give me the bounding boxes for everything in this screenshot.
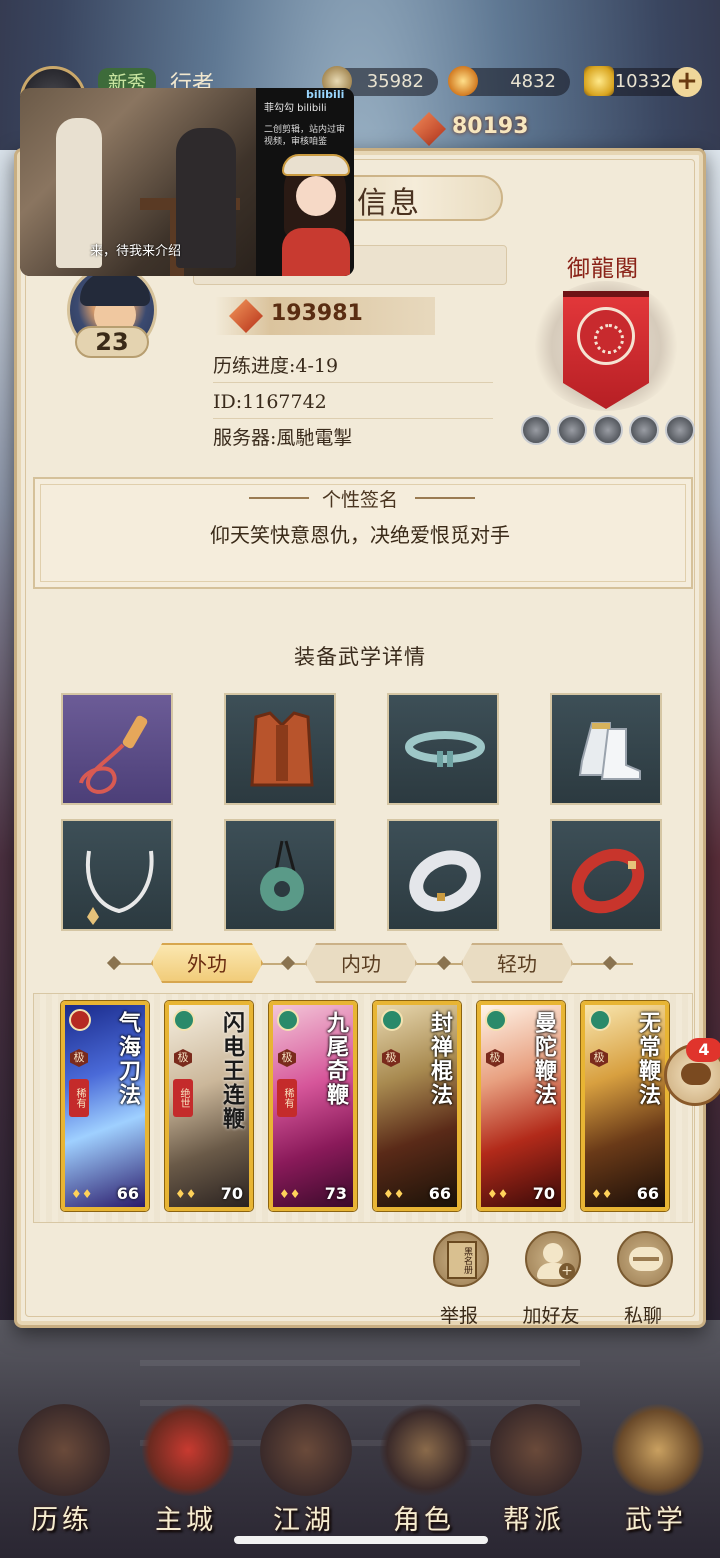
video-overlay[interactable]: 来，待我来介绍 bilibili 菲勾勾 bilibili 二创剪辑，站内过审视…: [20, 88, 354, 276]
chat-icon: [681, 1063, 711, 1085]
player-id: ID:1167742: [213, 385, 493, 419]
scroll-icon: [612, 1404, 704, 1496]
nav-martial-arts[interactable]: 武学: [596, 1398, 716, 1548]
flower-badge-icon[interactable]: [521, 415, 551, 445]
private-chat-button[interactable]: 私聊: [603, 1229, 683, 1329]
equip-slot-jade-pendant[interactable]: [224, 819, 336, 931]
player-level: 23: [75, 326, 149, 358]
skill-name: 气海刀法: [115, 1011, 141, 1107]
signature-text: 仰天笑快意恩仇，决绝爱恨觅对手: [210, 523, 510, 547]
equip-slot-whip[interactable]: [61, 693, 173, 805]
skill-name: 九尾奇鞭: [323, 1011, 349, 1107]
skill-level: 66: [636, 1184, 659, 1203]
skill-card[interactable]: 极 无常鞭法 ♦♦ 66: [581, 1001, 669, 1211]
training-icon: [18, 1404, 110, 1496]
equip-slot-necklace[interactable]: [61, 819, 173, 931]
background-wall-right: [704, 150, 720, 1330]
power-gem-icon: [229, 299, 263, 333]
drop-icon: ♦♦: [383, 1187, 405, 1201]
city-gate-icon: [142, 1404, 234, 1496]
tab-internal-skill[interactable]: 内功: [305, 943, 417, 983]
skill-level: 66: [428, 1184, 451, 1203]
skill-card[interactable]: 极 绝世 闪电王连鞭 ♦♦ 70: [165, 1001, 253, 1211]
skill-name: 曼陀鞭法: [531, 1011, 557, 1107]
nav-jianghu[interactable]: 江湖: [244, 1398, 364, 1548]
tab-external-skill[interactable]: 外功: [151, 943, 263, 983]
helmet-badge-icon[interactable]: [665, 415, 695, 445]
equipment-section-title: 装备武学详情: [294, 645, 426, 669]
video-figure-right: [176, 128, 236, 268]
nav-character[interactable]: 角色: [364, 1398, 484, 1548]
dragon-emblem-icon: [577, 307, 635, 365]
skill-level: 70: [532, 1184, 555, 1203]
drop-icon: ♦♦: [175, 1187, 197, 1201]
training-progress: 历练进度:4-19: [213, 349, 493, 383]
skill-card[interactable]: 极 封禅棍法 ♦♦ 66: [373, 1001, 461, 1211]
tab-lightness-skill[interactable]: 轻功: [461, 943, 573, 983]
drop-icon: ♦♦: [279, 1187, 301, 1201]
chat-bubble-icon: [617, 1231, 673, 1287]
skill-level: 70: [220, 1184, 243, 1203]
drop-icon: ♦♦: [71, 1187, 93, 1201]
top-power-display: 80193: [412, 112, 546, 146]
moon-badge-icon[interactable]: [557, 415, 587, 445]
nav-main-city[interactable]: 主城: [126, 1398, 246, 1548]
skill-name: 无常鞭法: [635, 1011, 661, 1107]
unread-badge: 4: [686, 1038, 720, 1062]
add-gold-button[interactable]: +: [672, 67, 702, 97]
bottom-navigation: 历练 主城 江湖 角色 帮派 武学: [0, 1398, 720, 1558]
skill-rarity-tag: 稀有: [69, 1079, 89, 1117]
mask-badge-icon[interactable]: [629, 415, 659, 445]
skill-rarity-tag: 稀有: [277, 1079, 297, 1117]
skill-level: 73: [324, 1184, 347, 1203]
drop-icon: ♦♦: [487, 1187, 509, 1201]
element-icon: [277, 1009, 299, 1031]
blacklist-book-icon: 黑名册: [433, 1231, 489, 1287]
video-header: 菲勾勾 bilibili: [264, 103, 327, 114]
skill-card[interactable]: 极 稀有 九尾奇鞭 ♦♦ 73: [269, 1001, 357, 1211]
cloud-badge-icon[interactable]: [593, 415, 623, 445]
element-icon: [381, 1009, 403, 1031]
element-icon: [589, 1009, 611, 1031]
player-power: 193981: [215, 297, 435, 335]
guild-icon: [490, 1404, 582, 1496]
skill-name: 封禅棍法: [427, 1011, 453, 1107]
element-icon: [485, 1009, 507, 1031]
report-button[interactable]: 黑名册 举报: [419, 1229, 499, 1329]
skill-name: 闪电王连鞭: [219, 1011, 245, 1131]
skill-rarity-tag: 绝世: [173, 1079, 193, 1117]
gold-counter: 10332 +: [584, 66, 702, 97]
power-gem-icon: [412, 112, 446, 146]
skill-card[interactable]: 极 稀有 气海刀法 ♦♦ 66: [61, 1001, 149, 1211]
video-notice: 二创剪辑，站内过审视频，审核咱鉴: [264, 125, 346, 147]
add-friend-icon: +: [525, 1231, 581, 1287]
guild-badge-row: [521, 415, 701, 449]
sword-icon: [260, 1404, 352, 1496]
guild-name[interactable]: 御龍閣: [567, 249, 639, 283]
nav-training[interactable]: 历练: [2, 1398, 122, 1548]
home-indicator[interactable]: [234, 1536, 488, 1544]
jade-counter: 4832: [448, 66, 570, 96]
element-icon: [69, 1009, 91, 1031]
panel-title: 信息: [357, 186, 421, 221]
drop-icon: ♦♦: [591, 1187, 613, 1201]
equip-slot-belt[interactable]: [387, 693, 499, 805]
skill-card[interactable]: 极 曼陀鞭法 ♦♦ 70: [477, 1001, 565, 1211]
server-name: 服务器:風馳電掣: [213, 427, 353, 449]
equip-slot-red-bangle[interactable]: [550, 819, 662, 931]
bilibili-logo: bilibili: [306, 88, 345, 101]
equip-slot-boots[interactable]: [550, 693, 662, 805]
jade-coin-icon: [448, 66, 478, 96]
video-subtitle: 来，待我来介绍: [90, 244, 182, 259]
element-icon: [173, 1009, 195, 1031]
signature-label: 个性签名: [321, 489, 398, 511]
character-icon: [380, 1404, 472, 1496]
equip-slot-silver-bracelet[interactable]: [387, 819, 499, 931]
equip-slot-vest[interactable]: [224, 693, 336, 805]
player-info-panel: 信息 23 193981 历练进度:4-19 ID:1167742 服务器:風馳…: [14, 148, 706, 1328]
add-friend-button[interactable]: + 加好友: [511, 1229, 591, 1329]
nav-guild[interactable]: 帮派: [474, 1398, 594, 1548]
skill-level: 66: [116, 1184, 139, 1203]
gold-ingot-icon: [584, 66, 614, 96]
